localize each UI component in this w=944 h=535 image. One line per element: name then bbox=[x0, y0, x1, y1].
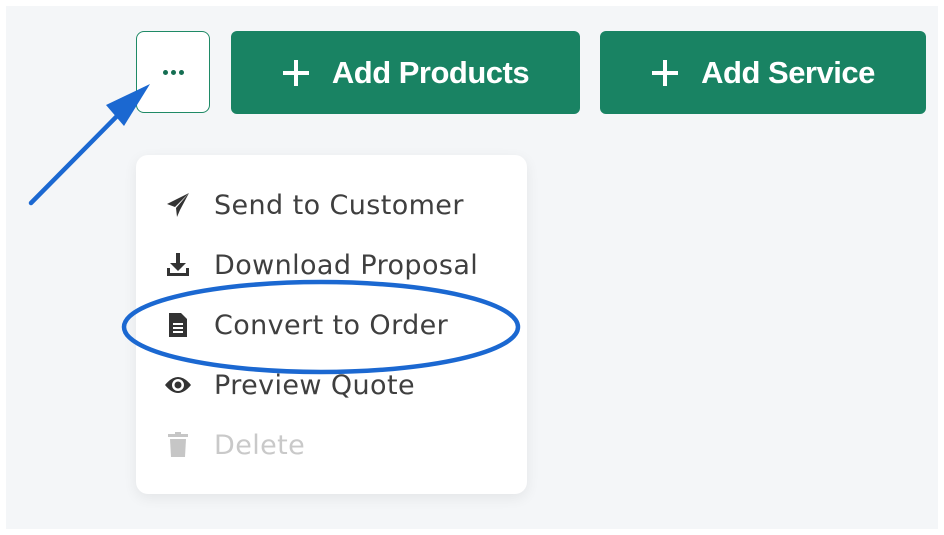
trash-icon bbox=[164, 431, 192, 459]
add-products-label: Add Products bbox=[331, 54, 530, 90]
actions-dropdown-menu: Send to Customer Download Proposal Conve… bbox=[136, 155, 527, 494]
menu-item-preview-quote[interactable]: Preview Quote bbox=[136, 359, 527, 411]
ellipsis-icon bbox=[162, 69, 184, 75]
menu-item-convert-to-order[interactable]: Convert to Order bbox=[136, 299, 527, 351]
menu-item-download-proposal[interactable]: Download Proposal bbox=[136, 239, 527, 291]
plus-icon bbox=[651, 59, 679, 87]
eye-icon bbox=[164, 371, 192, 399]
menu-item-label: Send to Customer bbox=[214, 189, 464, 221]
paper-plane-icon bbox=[164, 191, 192, 219]
menu-item-label: Download Proposal bbox=[214, 249, 479, 281]
download-icon bbox=[164, 251, 192, 279]
menu-item-label: Convert to Order bbox=[214, 309, 449, 341]
plus-icon bbox=[282, 59, 310, 87]
menu-item-delete[interactable]: Delete bbox=[136, 419, 527, 471]
menu-item-send-to-customer[interactable]: Send to Customer bbox=[136, 179, 527, 231]
add-service-label: Add Service bbox=[701, 54, 875, 90]
more-actions-button[interactable] bbox=[136, 31, 210, 113]
add-service-button[interactable]: Add Service bbox=[600, 31, 926, 114]
document-icon bbox=[164, 311, 192, 339]
menu-item-label: Delete bbox=[214, 429, 306, 461]
menu-item-label: Preview Quote bbox=[214, 369, 415, 401]
add-products-button[interactable]: Add Products bbox=[231, 31, 580, 114]
